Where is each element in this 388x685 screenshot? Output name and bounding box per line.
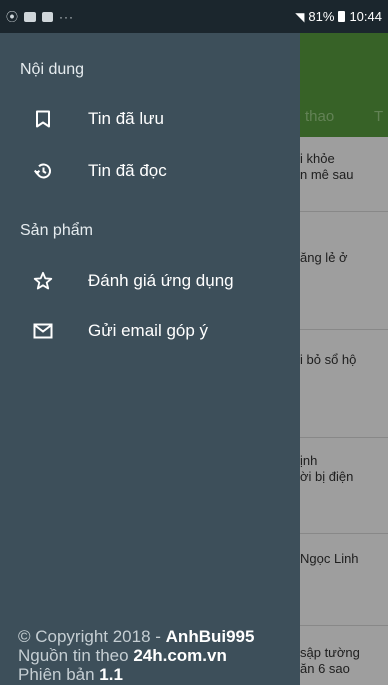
- menu-item-rate-app[interactable]: Đánh giá ứng dụng: [0, 259, 300, 303]
- menu-label-read: Tin đã đọc: [88, 161, 167, 180]
- source-text: Nguồn tin theo 24h.com.vn: [18, 646, 227, 665]
- author-name: AnhBui995: [165, 627, 255, 646]
- copyright-text: © Copyright 2018 - AnhBui995: [18, 627, 255, 646]
- drawer-footer: © Copyright 2018 - AnhBui995 Nguồn tin t…: [18, 627, 300, 685]
- version-text: Phiên bản 1.1: [18, 665, 123, 684]
- section-title-content: Nội dung: [20, 61, 85, 78]
- more-notifications: ···: [59, 9, 75, 24]
- status-bar: ⦿ ··· ◥ 81% 10:44: [0, 0, 388, 33]
- menu-item-send-feedback[interactable]: Gửi email góp ý: [0, 309, 300, 353]
- mail-icon: [33, 321, 53, 341]
- menu-item-saved-news[interactable]: Tin đã lưu: [0, 97, 300, 141]
- navigation-drawer: Nội dung Tin đã lưu Tin đã đọc Sản phẩm …: [0, 33, 300, 685]
- section-title-products: Sản phẩm: [20, 222, 93, 239]
- app-icon: [42, 11, 54, 22]
- bookmark-icon: [33, 109, 53, 129]
- battery-percent: 81%: [308, 9, 335, 24]
- battery-icon: [338, 11, 346, 22]
- wifi-signal-icon: ◥: [295, 9, 305, 24]
- gallery-icon: [24, 11, 37, 22]
- drawer-scrim[interactable]: [300, 33, 388, 685]
- menu-item-read-news[interactable]: Tin đã đọc: [0, 149, 300, 193]
- menu-label-rate: Đánh giá ứng dụng: [88, 271, 234, 290]
- clock: 10:44: [349, 9, 382, 24]
- source-site: 24h.com.vn: [133, 646, 227, 665]
- menu-label-saved: Tin đã lưu: [88, 109, 164, 128]
- notification-icon: ⦿: [6, 10, 19, 24]
- menu-label-email: Gửi email góp ý: [88, 321, 209, 340]
- version-number: 1.1: [99, 665, 123, 684]
- star-icon: [33, 271, 53, 291]
- history-icon: [33, 161, 53, 181]
